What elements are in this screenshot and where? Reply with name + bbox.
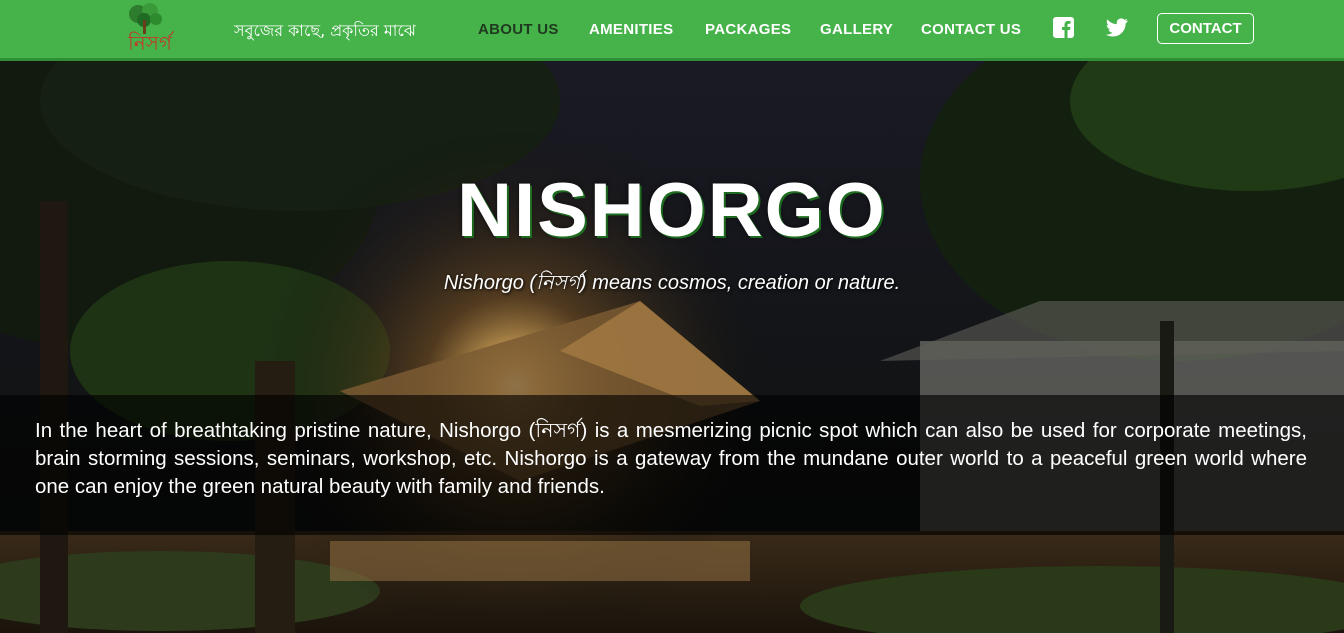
hero-background-image [0, 61, 1344, 633]
about-text: In the heart of breathtaking pristine na… [35, 419, 1307, 498]
contact-button[interactable]: CONTACT [1157, 13, 1254, 44]
about-overlay: In the heart of breathtaking pristine na… [0, 395, 1344, 535]
nav-amenities[interactable]: AMENITIES [589, 21, 673, 38]
svg-text:নিসর্গ: নিসর্গ [127, 31, 174, 54]
tagline: সবুজের কাছে, প্রকৃতির মাঝে [234, 21, 416, 40]
hero-section: NISHORGO Nishorgo (নিসর্গ) means cosmos,… [0, 61, 1344, 633]
facebook-icon[interactable] [1053, 17, 1075, 39]
nav-about-us[interactable]: ABOUT US [478, 21, 559, 38]
nav-contact-us[interactable]: CONTACT US [921, 21, 1021, 38]
top-navbar: নিসর্গ সবুজের কাছে, প্রকৃতির মাঝে ABOUT … [0, 0, 1344, 61]
twitter-icon[interactable] [1105, 17, 1129, 39]
nav-gallery[interactable]: GALLERY [820, 21, 893, 38]
nav-packages[interactable]: PACKAGES [705, 21, 791, 38]
hero-subtitle: Nishorgo (নিসর্গ) means cosmos, creation… [443, 272, 901, 294]
hero-title: NISHORGO [457, 168, 887, 253]
nishorgo-logo-icon[interactable]: নিসর্গ [114, 2, 178, 54]
